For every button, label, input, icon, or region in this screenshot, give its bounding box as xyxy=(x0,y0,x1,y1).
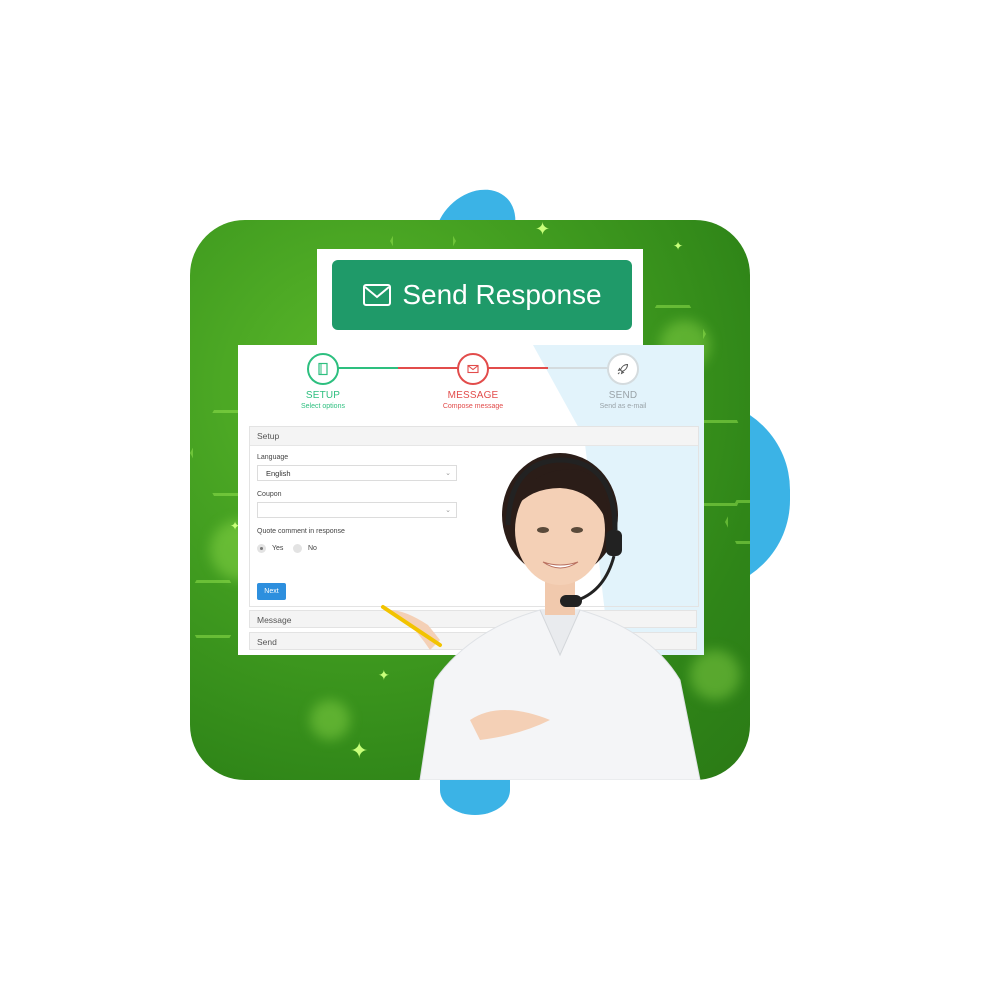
sparkle-icon: ✦ xyxy=(535,220,551,239)
sparkle-icon: ✦ xyxy=(350,738,369,763)
envelope-icon xyxy=(467,364,479,374)
wizard-steps: SETUP Select options MESSAGE Compose mes… xyxy=(238,345,704,425)
coupon-label: Coupon xyxy=(257,491,282,498)
step-message[interactable]: MESSAGE Compose message xyxy=(413,353,533,410)
radio-no[interactable]: No xyxy=(293,544,317,553)
rocket-icon xyxy=(617,363,629,375)
send-response-card: Send Response xyxy=(317,249,643,345)
radio-yes[interactable]: Yes xyxy=(257,544,283,553)
step-subtitle: Send as e-mail xyxy=(599,403,647,410)
support-agent-illustration xyxy=(381,453,701,780)
radio-dot[interactable] xyxy=(293,544,302,553)
quote-comment-label: Quote comment in response xyxy=(257,528,345,535)
sparkle-icon: ✦ xyxy=(673,239,684,253)
radio-dot-selected[interactable] xyxy=(257,544,266,553)
step-title: SETUP xyxy=(305,390,341,401)
notebook-icon xyxy=(318,362,328,376)
language-value: English xyxy=(266,469,291,478)
step-setup[interactable]: SETUP Select options xyxy=(263,353,383,410)
language-label: Language xyxy=(257,454,289,461)
send-response-label: Send Response xyxy=(402,279,602,310)
hexagon-decoration xyxy=(725,500,750,544)
step-subtitle: Select options xyxy=(301,403,345,410)
step-send[interactable]: SEND Send as e-mail xyxy=(563,353,683,410)
next-button[interactable]: Next xyxy=(257,583,286,600)
envelope-icon xyxy=(363,284,392,306)
setup-panel-header[interactable]: Setup xyxy=(250,427,698,446)
send-response-button[interactable]: Send Response xyxy=(332,260,632,330)
radio-label: Yes xyxy=(272,545,284,552)
step-title: SEND xyxy=(608,390,638,401)
step-title: MESSAGE xyxy=(447,390,499,401)
radio-label: No xyxy=(308,545,317,552)
step-subtitle: Compose message xyxy=(442,403,504,410)
